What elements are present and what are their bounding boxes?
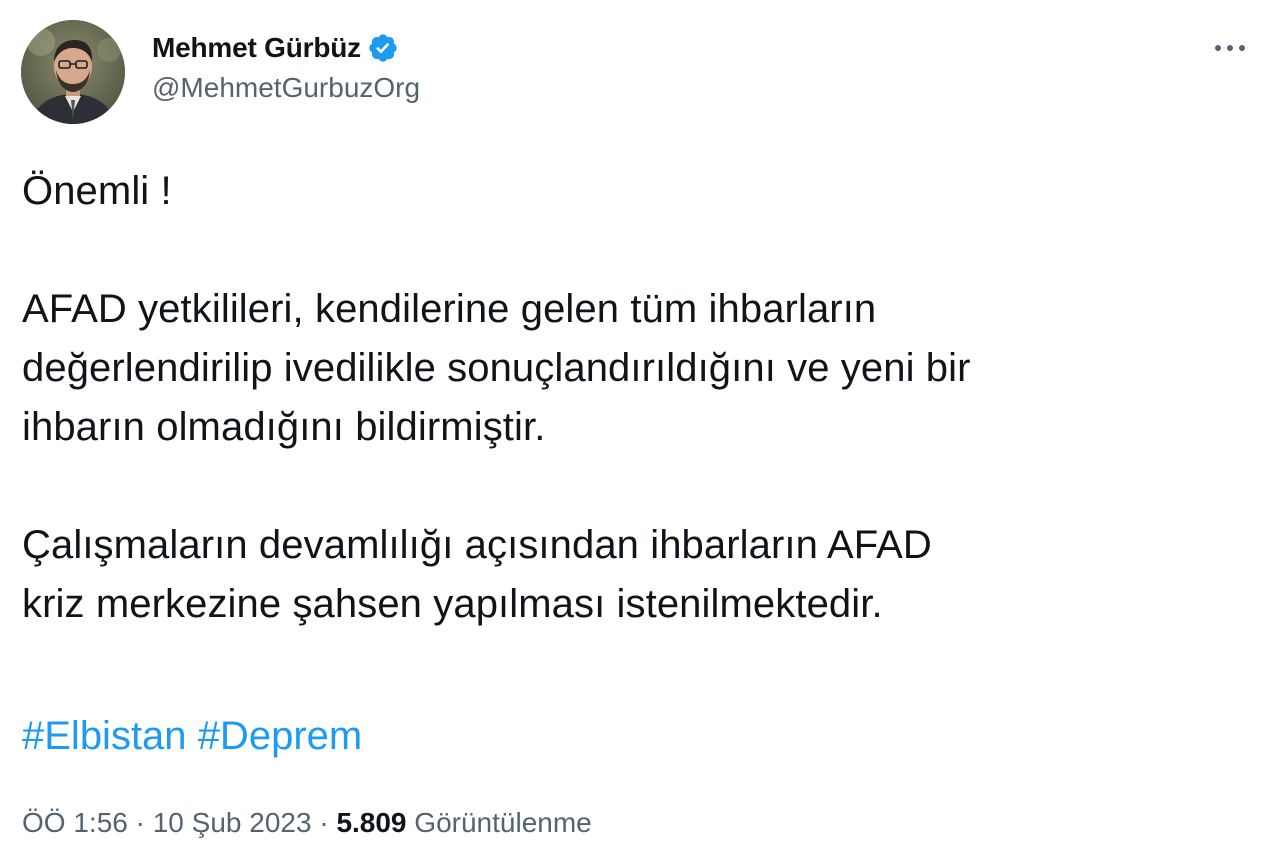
views-count: 5.809 <box>336 807 407 838</box>
user-handle[interactable]: @MehmetGurbuzOrg <box>152 72 420 104</box>
tweet-paragraph-1-line-3: ihbarın olmadığını bildirmiştir. <box>22 405 546 449</box>
meta-separator: · <box>319 807 329 838</box>
more-options-button[interactable] <box>1210 32 1250 64</box>
tweet-paragraph-2-line-2: kriz merkezine şahsen yapılması istenilm… <box>22 582 883 626</box>
meta-separator: · <box>135 807 145 838</box>
tweet-text: Önemli ! AFAD yetkilileri, kendilerine g… <box>22 162 1262 634</box>
hashtag-elbistan[interactable]: #Elbistan <box>22 714 187 758</box>
display-name[interactable]: Mehmet Gürbüz <box>152 32 361 64</box>
tweet-paragraph-1-line-1: AFAD yetkilileri, kendilerine gelen tüm … <box>22 287 877 331</box>
avatar[interactable] <box>21 20 125 124</box>
verified-badge-icon <box>367 32 399 64</box>
avatar-image <box>21 20 125 124</box>
tweet-time[interactable]: ÖÖ 1:56 <box>22 807 128 838</box>
more-horizontal-icon <box>1215 45 1245 51</box>
name-row: Mehmet Gürbüz <box>152 28 420 68</box>
tweet-paragraph-1-line-2: değerlendirilip ivedilikle sonuçlandırıl… <box>22 346 971 390</box>
views-label: Görüntülenme <box>414 807 592 838</box>
hashtags: #Elbistan #Deprem <box>22 707 362 766</box>
tweet-headline: Önemli ! <box>22 169 172 213</box>
tweet: Mehmet Gürbüz @MehmetGurbuzOrg Önemli ! … <box>0 0 1280 864</box>
tweet-date[interactable]: 10 Şub 2023 <box>153 807 312 838</box>
hashtag-deprem[interactable]: #Deprem <box>198 714 363 758</box>
author-info: Mehmet Gürbüz @MehmetGurbuzOrg <box>152 28 420 104</box>
tweet-meta: ÖÖ 1:56 · 10 Şub 2023 · 5.809 Görüntülen… <box>22 803 592 843</box>
tweet-paragraph-2-line-1: Çalışmaların devamlılığı açısından ihbar… <box>22 523 932 567</box>
